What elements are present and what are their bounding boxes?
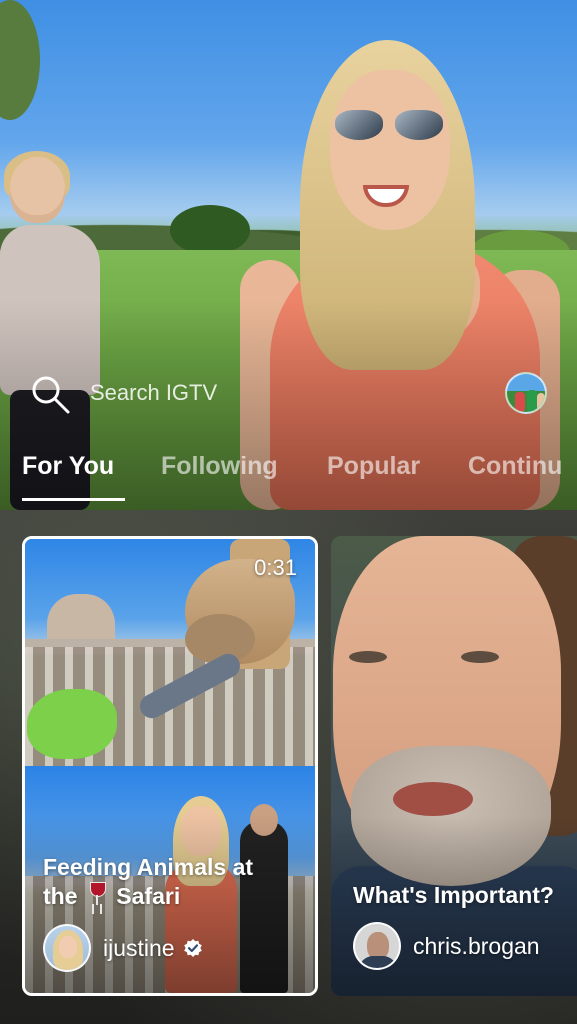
channel-tabs: For You Following Popular Continu xyxy=(0,448,577,510)
tab-continue-watching[interactable]: Continu xyxy=(468,452,562,481)
video-title-line2a: the xyxy=(43,883,78,909)
search-icon[interactable] xyxy=(28,372,72,416)
creator-username[interactable]: ijustine xyxy=(103,935,175,962)
creator-info[interactable]: ijustine xyxy=(43,924,203,972)
verified-badge-icon xyxy=(183,938,203,958)
background-tree xyxy=(170,205,250,255)
wine-glass-icon xyxy=(88,882,106,906)
tab-popular[interactable]: Popular xyxy=(327,452,420,481)
tab-for-you[interactable]: For You xyxy=(22,452,114,481)
search-input[interactable]: Search IGTV xyxy=(90,380,217,406)
video-card[interactable]: 0:31 Feeding Animals at the Safari ijust… xyxy=(22,536,318,996)
creator-username[interactable]: chris.brogan xyxy=(413,933,540,960)
avatar[interactable] xyxy=(43,924,91,972)
creator-info[interactable]: chris.brogan xyxy=(353,922,540,970)
video-title: What's Important? xyxy=(353,882,554,908)
active-tab-indicator xyxy=(22,498,125,501)
avatar[interactable] xyxy=(353,922,401,970)
video-title-line2b: Safari xyxy=(116,883,181,909)
background-tree xyxy=(0,0,40,120)
featured-video-background[interactable] xyxy=(0,0,577,510)
video-title: Feeding Animals at the Safari xyxy=(43,853,303,911)
video-card[interactable]: 1: What's Important? chris.brogan xyxy=(331,536,577,996)
tab-following[interactable]: Following xyxy=(161,452,278,481)
profile-avatar[interactable] xyxy=(505,372,547,414)
video-title-line1: Feeding Animals at xyxy=(43,854,254,880)
video-duration: 0:31 xyxy=(254,555,297,580)
